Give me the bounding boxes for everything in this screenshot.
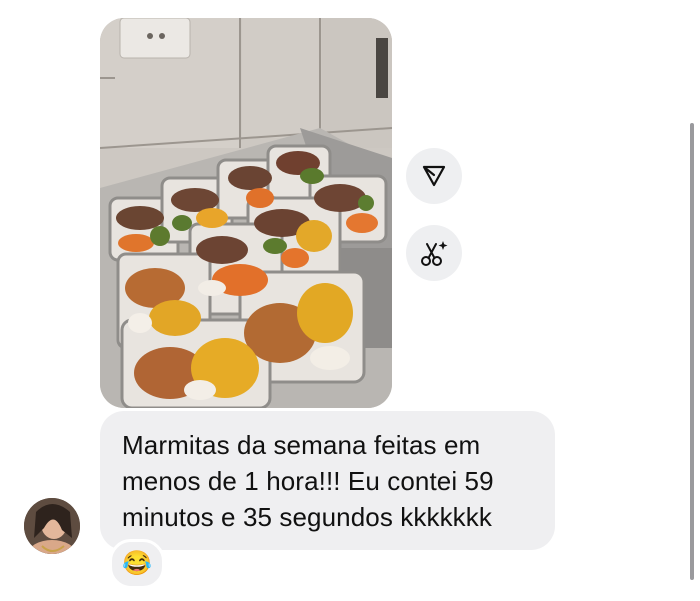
meal-prep-photo[interactable] (100, 18, 392, 408)
reaction-badge[interactable]: 😂 (109, 539, 165, 589)
send-icon (422, 165, 446, 187)
scrollbar[interactable] (690, 123, 694, 580)
ai-scissors-icon (421, 241, 448, 266)
message-bubble[interactable]: Marmitas da semana feitas em menos de 1 … (100, 411, 555, 550)
ai-edit-button[interactable] (406, 225, 462, 281)
laughing-emoji-icon: 😂 (122, 550, 152, 577)
message-text: Marmitas da semana feitas em menos de 1 … (122, 430, 494, 532)
send-button[interactable] (406, 148, 462, 204)
sender-avatar[interactable] (24, 498, 80, 554)
